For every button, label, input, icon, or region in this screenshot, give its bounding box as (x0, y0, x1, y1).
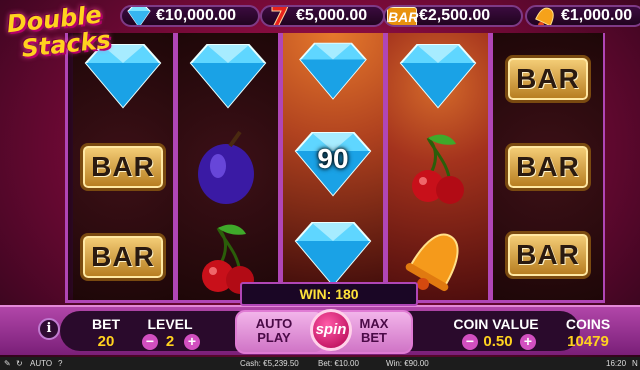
help-button[interactable]: ? (58, 357, 62, 370)
footer-time: 16:20 (606, 359, 627, 368)
bet-value: 20 (97, 333, 115, 350)
bet-label: BET (92, 316, 120, 332)
footer-win: Win: €90.00 (386, 359, 429, 368)
footer-auto[interactable]: AUTO (30, 357, 52, 370)
bar-symbol: BAR (80, 143, 166, 191)
bell-icon (535, 7, 554, 25)
brand-logo: N (632, 359, 638, 368)
cherry-icon (398, 128, 478, 208)
plum-icon (190, 128, 266, 208)
bar-icon: BAR (387, 7, 419, 25)
jackpot-value: €2,500.00 (419, 7, 491, 24)
level-plus-button[interactable]: + (184, 334, 200, 350)
reel-4 (388, 33, 488, 300)
bar-symbol: BAR (505, 231, 591, 279)
coin-value-label: COIN VALUE (453, 316, 539, 332)
jackpot-bar-symbol: BAR €2,500.00 (383, 5, 523, 27)
reel-2 (178, 33, 278, 300)
level-minus-button[interactable]: − (142, 334, 158, 350)
coins-label: COINS (565, 316, 611, 332)
footer-bet: Bet: €10.00 (318, 359, 359, 368)
jackpot-bar: €10,000.00 €5,000.00 BAR €2,500.00 €1,00… (115, 0, 640, 32)
diamond-icon (185, 43, 271, 109)
jackpot-seven: €5,000.00 (260, 5, 385, 27)
diamond-icon (295, 41, 371, 101)
reel-5: BAR BAR BAR (493, 33, 603, 300)
jackpot-diamond: €10,000.00 (120, 5, 260, 27)
coin-value-minus-button[interactable]: − (462, 334, 478, 350)
autoplay-icon[interactable]: ↻ (16, 357, 23, 370)
spin-button[interactable]: spin (310, 309, 352, 351)
jackpot-bell: €1,000.00 (525, 5, 640, 27)
coins-value: 10479 (567, 333, 609, 350)
footer-cash: Cash: €5,239.50 (240, 359, 299, 368)
info-button[interactable]: i (38, 318, 60, 340)
diamond-icon (290, 221, 376, 287)
bar-symbol: BAR (505, 55, 591, 103)
jackpot-value: €10,000.00 (156, 7, 237, 24)
coin-value-plus-button[interactable]: + (520, 334, 536, 350)
coin-value: 0.50 (483, 333, 513, 350)
jackpot-value: €5,000.00 (296, 7, 368, 24)
win-display: WIN: 180 (240, 282, 418, 306)
status-footer: ✎ ↻ AUTO ? Cash: €5,239.50 Bet: €10.00 W… (0, 357, 640, 370)
bar-symbol: BAR (505, 143, 591, 191)
level-value: 2 (165, 333, 175, 350)
jackpot-value: €1,000.00 (561, 7, 633, 24)
seven-icon (271, 7, 289, 25)
reel-3: 90 (283, 33, 383, 300)
bar-symbol: BAR (80, 233, 166, 281)
win-amount-badge: 90 (317, 143, 349, 174)
settings-icon[interactable]: ✎ (4, 357, 11, 370)
diamond-icon (395, 43, 481, 109)
reel-1: BAR BAR (73, 33, 173, 300)
autoplay-line-2: PLAY (257, 330, 291, 345)
level-label: LEVEL (147, 316, 193, 332)
autoplay-line-1: AUTO (255, 316, 293, 331)
reel-frame: BAR BAR 90 BAR BAR BAR (65, 33, 605, 303)
